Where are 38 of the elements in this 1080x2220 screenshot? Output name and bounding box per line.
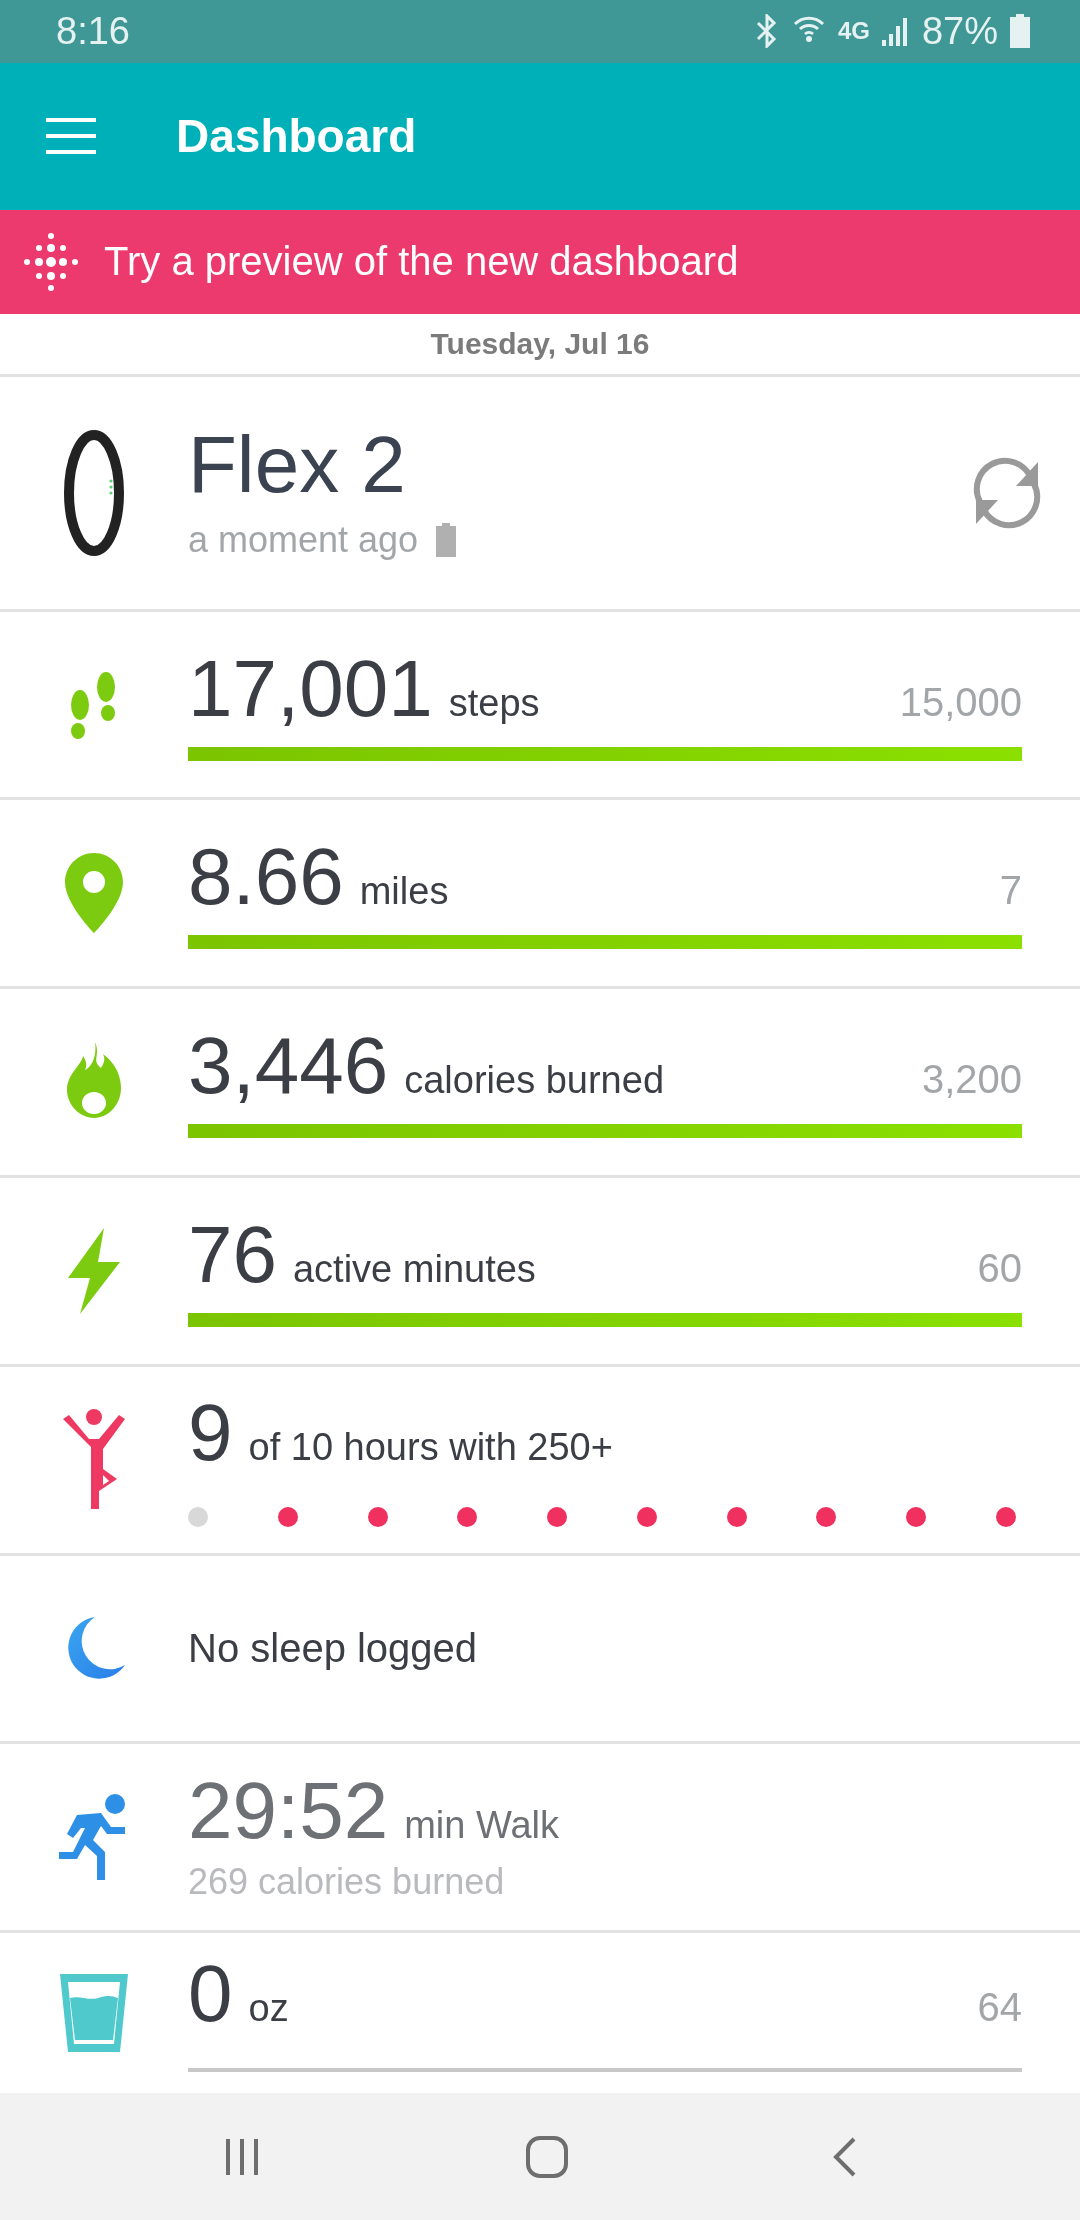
battery-percent: 87% xyxy=(921,9,998,53)
stat-unit: steps xyxy=(448,681,540,725)
date-label: Tuesday, Jul 16 xyxy=(430,326,650,361)
exercise-type: min Walk xyxy=(404,1804,560,1848)
banner-text: Try a preview of the new dashboard xyxy=(104,239,739,285)
preview-banner[interactable]: Try a preview of the new dashboard xyxy=(0,209,1080,314)
stat-value: 17,001 xyxy=(188,648,433,729)
battery-icon xyxy=(1010,14,1030,49)
stat-unit: miles xyxy=(359,870,449,914)
dots-logo-icon xyxy=(22,232,80,291)
stretching-figure-icon xyxy=(61,1408,127,1511)
battery-icon xyxy=(436,523,457,558)
status-time: 8:16 xyxy=(56,9,130,53)
stat-unit: oz xyxy=(248,1987,289,2031)
stat-unit: calories burned xyxy=(404,1059,665,1102)
header-title: Dashboard xyxy=(176,109,417,164)
stat-value: 9 xyxy=(188,1392,233,1473)
stat-unit: of 10 hours with 250+ xyxy=(248,1425,613,1469)
sleep-status: No sleep logged xyxy=(188,1626,479,1671)
stat-goal: 64 xyxy=(977,1985,1022,2031)
stat-value: 76 xyxy=(188,1214,277,1295)
signal-icon xyxy=(881,16,910,47)
device-name: Flex 2 xyxy=(188,425,407,506)
sync-time: a moment ago xyxy=(188,519,419,562)
water-glass-icon xyxy=(58,1972,130,2055)
stat-value: 8.66 xyxy=(188,837,344,918)
home-icon[interactable] xyxy=(525,2134,569,2179)
stat-goal: 7 xyxy=(999,868,1022,914)
exercise-duration: 29:52 xyxy=(188,1771,389,1852)
stat-value: 0 xyxy=(188,1954,233,2035)
stat-goal: 60 xyxy=(977,1245,1022,1291)
network-type: 4G xyxy=(837,17,870,46)
stat-goal: 15,000 xyxy=(899,679,1022,725)
stat-value: 3,446 xyxy=(188,1026,389,1106)
stat-unit: active minutes xyxy=(293,1247,536,1291)
exercise-calories: 269 calories burned xyxy=(188,1861,506,1904)
menu-icon[interactable] xyxy=(46,118,96,155)
stat-goal: 3,200 xyxy=(921,1057,1022,1102)
